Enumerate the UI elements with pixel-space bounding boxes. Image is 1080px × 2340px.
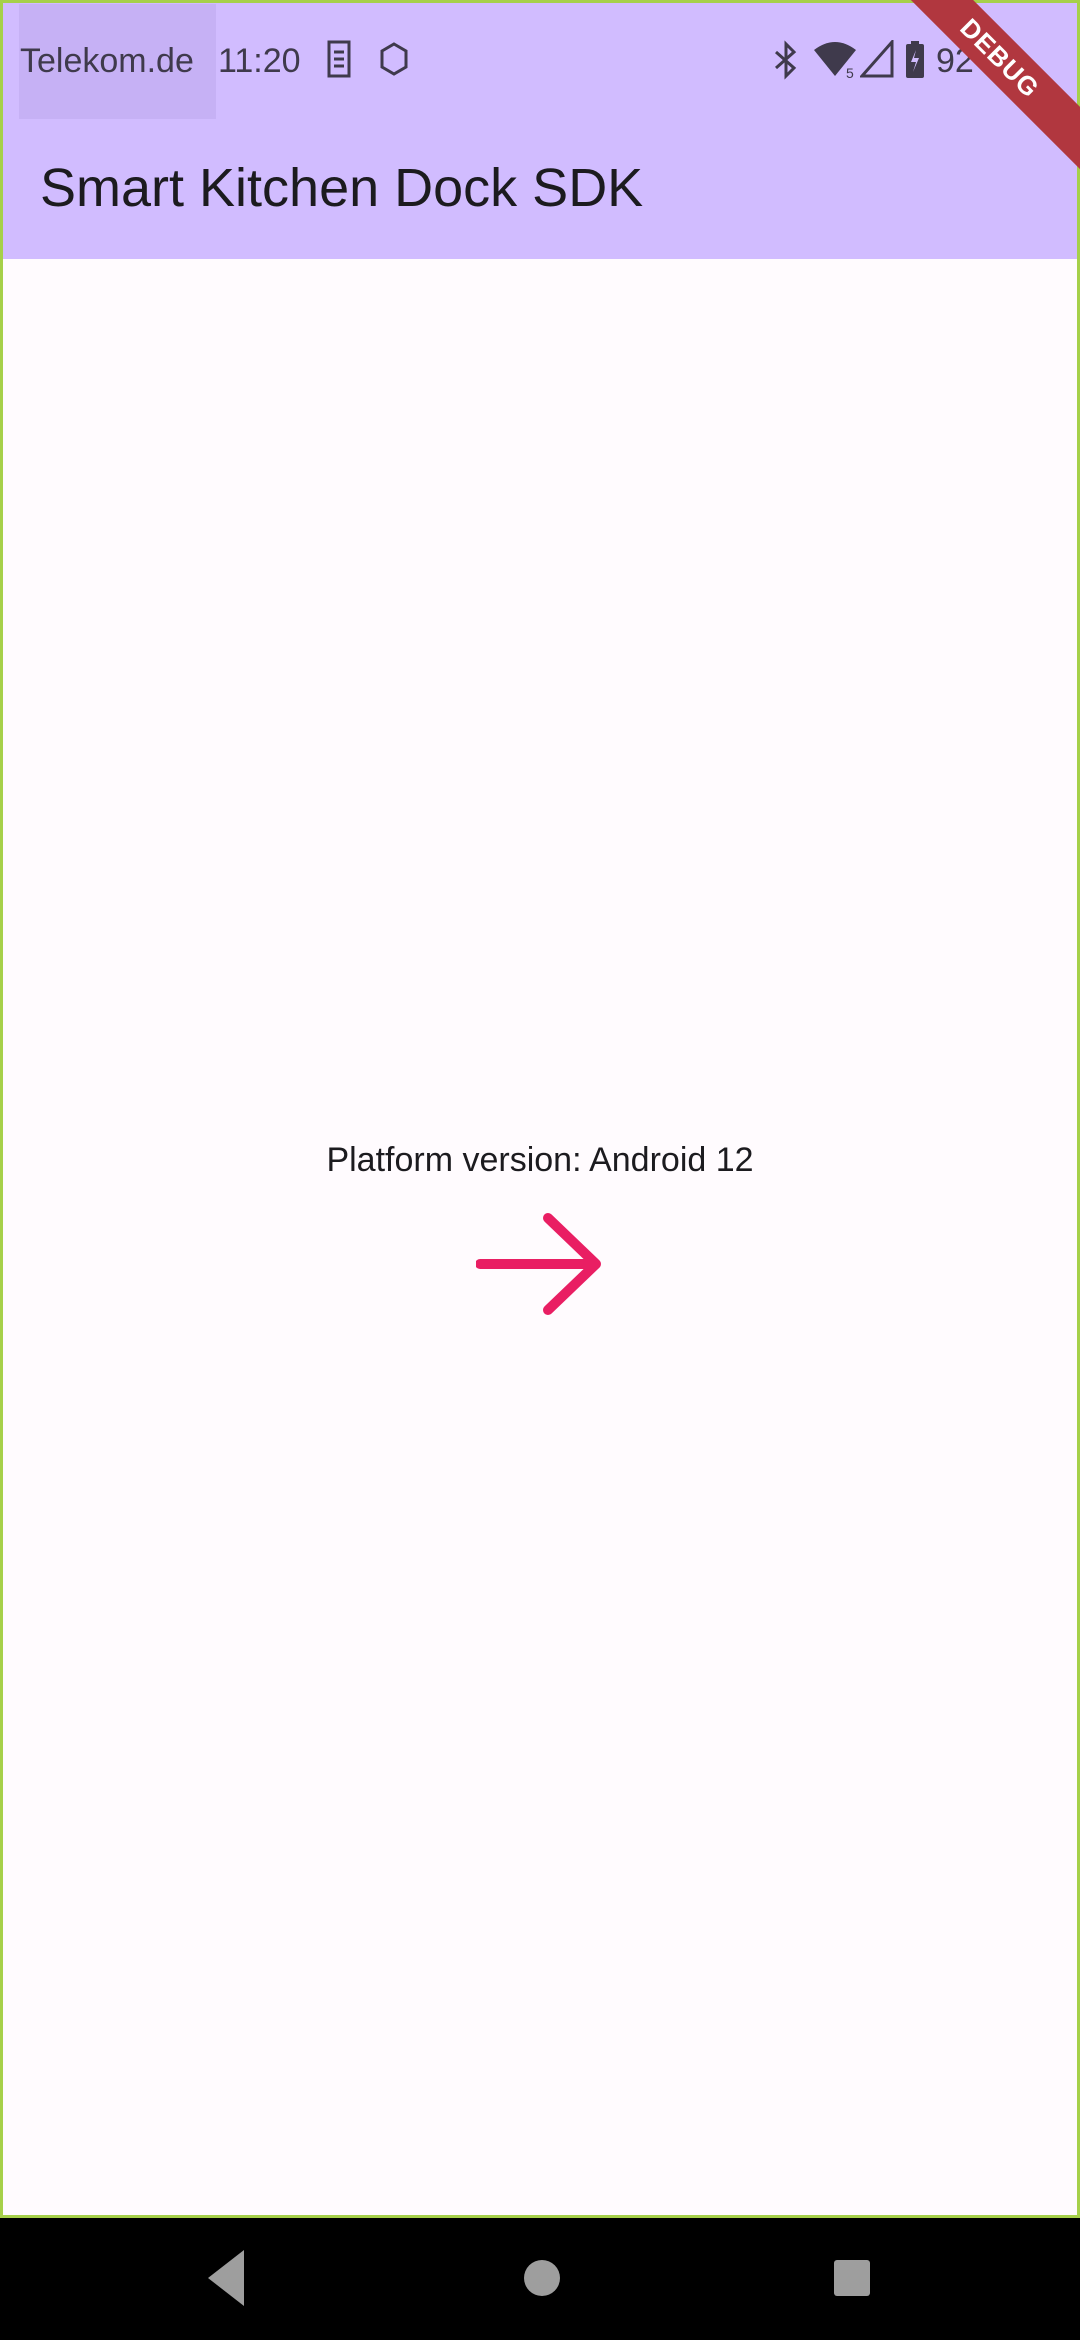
status-bar: Telekom.de 11:20 5	[0, 0, 1080, 120]
status-time: 11:20	[218, 42, 301, 80]
signal-icon	[858, 38, 894, 87]
recents-icon[interactable]	[832, 2246, 872, 2315]
page-title: Smart Kitchen Dock SDK	[40, 158, 644, 218]
sim-icon	[326, 40, 352, 87]
bluetooth-icon	[772, 40, 800, 89]
wifi-icon: 5	[812, 40, 858, 89]
platform-version-text: Platform version: Android 12	[326, 1141, 754, 1179]
home-icon[interactable]	[522, 2246, 562, 2315]
navigation-bar	[0, 2218, 1080, 2340]
carrier-name: Telekom.de	[20, 42, 194, 80]
network-badge: 5	[846, 65, 854, 80]
battery-icon	[904, 40, 926, 89]
app-bar: Telekom.de 11:20 5 Smart Kitchen Dock SD…	[0, 0, 1080, 259]
back-icon[interactable]	[206, 2246, 246, 2315]
hexagon-icon	[379, 40, 409, 87]
arrow-forward-icon[interactable]	[475, 1212, 604, 1321]
